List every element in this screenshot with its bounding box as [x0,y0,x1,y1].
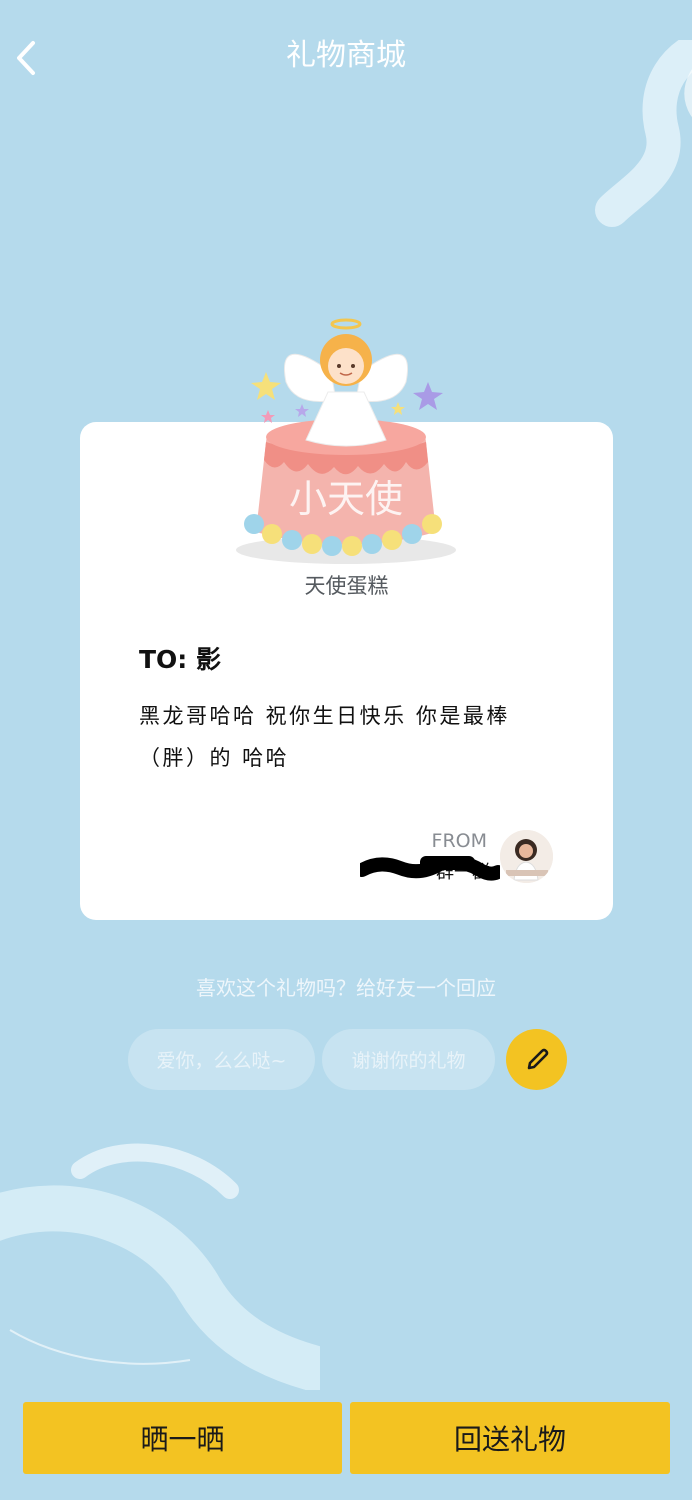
edit-reply-button[interactable] [506,1029,567,1090]
quick-reply-thanks[interactable]: 谢谢你的礼物 [322,1029,495,1090]
sender-avatar[interactable] [500,830,553,883]
pencil-icon [527,1048,548,1069]
redaction-mark [360,856,500,881]
return-gift-button[interactable]: 回送礼物 [350,1402,670,1474]
gift-name: 天使蛋糕 [304,574,389,598]
gift-message: 黑龙哥哈哈 祝你生日快乐 你是最棒（胖）的 哈哈 [139,704,510,770]
app-header: 礼物商城 [0,0,692,112]
from-label: FROM [431,830,487,852]
quick-reply-love[interactable]: 爱你，么么哒~ [128,1029,315,1090]
avatar-image [500,830,553,883]
response-prompt: 喜欢这个礼物吗？给好友一个回应 [196,976,496,1000]
cake-text: 小天使 [289,477,403,521]
recipient-line: TO: 影 [139,645,222,674]
ribbon-decoration-bottom-left [0,1143,320,1390]
page-title: 礼物商城 [286,38,406,73]
angel-cake-icon: 小天使 [236,318,456,564]
share-button[interactable]: 晒一晒 [23,1402,342,1474]
